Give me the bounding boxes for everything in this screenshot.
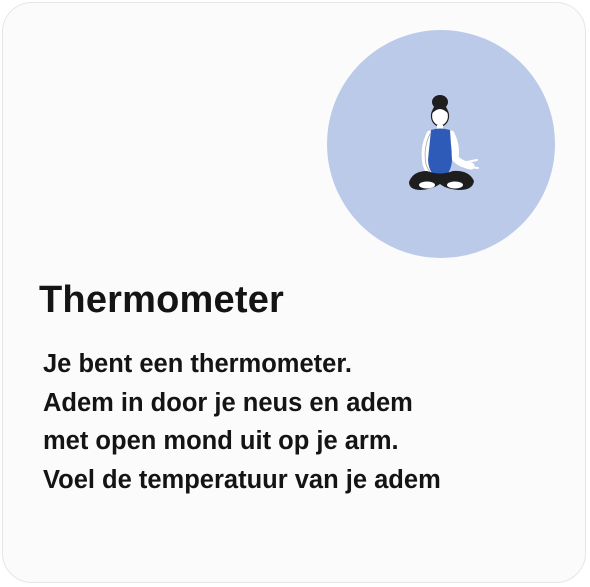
exercise-card[interactable]: Thermometer Je bent een thermometer. Ade…: [2, 2, 586, 583]
description-line: Je bent een thermometer.: [43, 350, 352, 378]
description-line: Voel de temperatuur van je adem: [43, 465, 441, 494]
card-description: Je bent een thermometer. Adem in door je…: [43, 345, 563, 499]
meditating-person-icon: [409, 95, 479, 190]
description-line: met open mond uit op je arm.: [43, 427, 399, 455]
card-title: Thermometer: [39, 279, 285, 321]
illustration-circle: [327, 30, 555, 258]
description-line: Adem in door je neus en adem: [43, 388, 413, 417]
